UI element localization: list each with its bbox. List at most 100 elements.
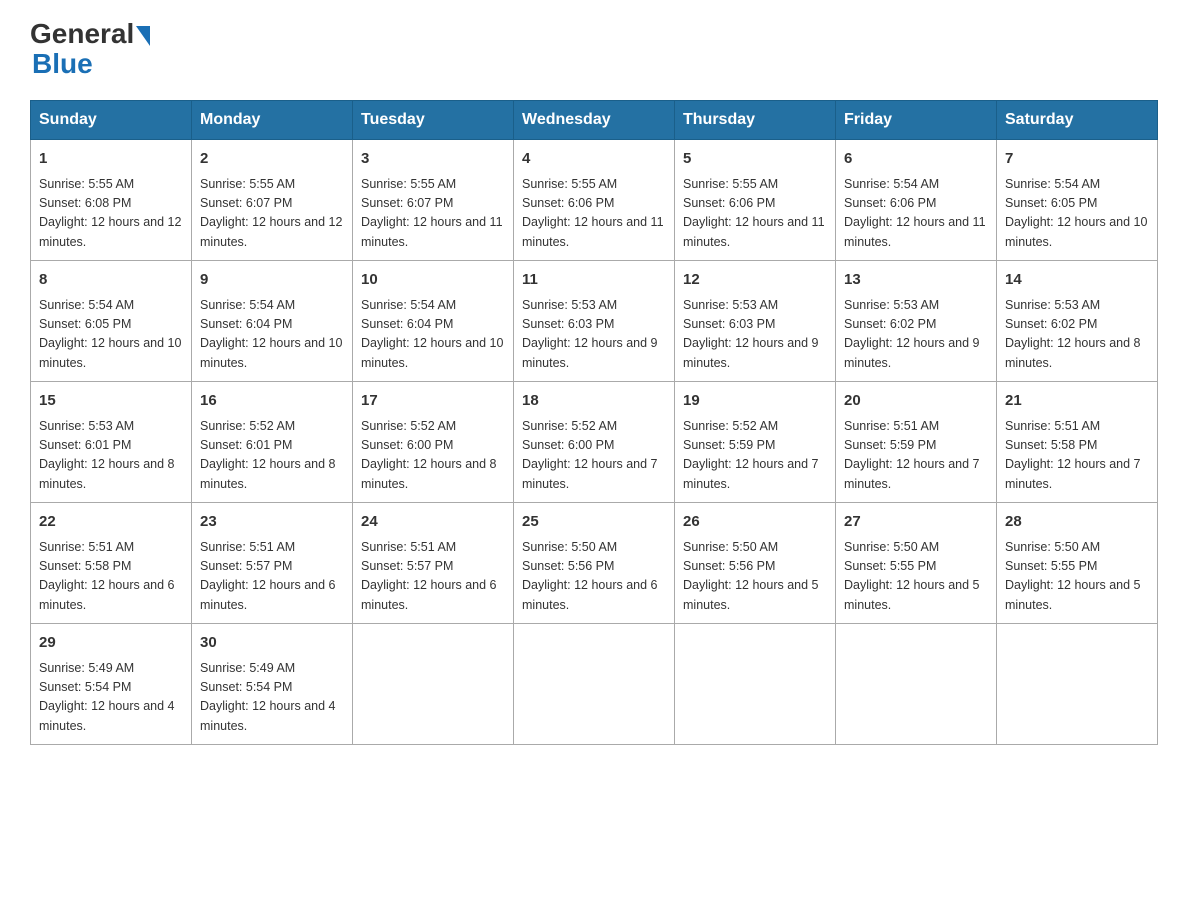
day-number: 21 [1005, 390, 1149, 413]
calendar-header-tuesday: Tuesday [353, 101, 514, 140]
day-number: 18 [522, 390, 666, 413]
day-number: 6 [844, 148, 988, 171]
day-number: 10 [361, 269, 505, 292]
calendar-week-2: 8 Sunrise: 5:54 AMSunset: 6:05 PMDaylight… [31, 261, 1158, 382]
day-info: Sunrise: 5:50 AMSunset: 5:56 PMDaylight:… [522, 538, 666, 616]
calendar-cell [514, 624, 675, 745]
day-number: 19 [683, 390, 827, 413]
calendar-cell: 25 Sunrise: 5:50 AMSunset: 5:56 PMDayligh… [514, 503, 675, 624]
day-info: Sunrise: 5:49 AMSunset: 5:54 PMDaylight:… [200, 659, 344, 737]
calendar-cell: 11 Sunrise: 5:53 AMSunset: 6:03 PMDayligh… [514, 261, 675, 382]
day-number: 8 [39, 269, 183, 292]
day-info: Sunrise: 5:52 AMSunset: 5:59 PMDaylight:… [683, 417, 827, 495]
calendar-cell: 4 Sunrise: 5:55 AMSunset: 6:06 PMDaylight… [514, 140, 675, 261]
day-info: Sunrise: 5:54 AMSunset: 6:05 PMDaylight:… [1005, 175, 1149, 253]
day-number: 20 [844, 390, 988, 413]
calendar-header-thursday: Thursday [675, 101, 836, 140]
calendar-cell: 3 Sunrise: 5:55 AMSunset: 6:07 PMDaylight… [353, 140, 514, 261]
day-info: Sunrise: 5:51 AMSunset: 5:58 PMDaylight:… [39, 538, 183, 616]
day-number: 13 [844, 269, 988, 292]
calendar-cell: 21 Sunrise: 5:51 AMSunset: 5:58 PMDayligh… [997, 382, 1158, 503]
day-info: Sunrise: 5:53 AMSunset: 6:01 PMDaylight:… [39, 417, 183, 495]
day-number: 22 [39, 511, 183, 534]
day-number: 1 [39, 148, 183, 171]
calendar-header-friday: Friday [836, 101, 997, 140]
calendar-cell: 10 Sunrise: 5:54 AMSunset: 6:04 PMDayligh… [353, 261, 514, 382]
day-info: Sunrise: 5:53 AMSunset: 6:02 PMDaylight:… [844, 296, 988, 374]
day-info: Sunrise: 5:50 AMSunset: 5:56 PMDaylight:… [683, 538, 827, 616]
calendar-cell [836, 624, 997, 745]
day-info: Sunrise: 5:52 AMSunset: 6:00 PMDaylight:… [361, 417, 505, 495]
calendar-cell: 1 Sunrise: 5:55 AMSunset: 6:08 PMDaylight… [31, 140, 192, 261]
day-number: 11 [522, 269, 666, 292]
day-number: 26 [683, 511, 827, 534]
day-info: Sunrise: 5:51 AMSunset: 5:59 PMDaylight:… [844, 417, 988, 495]
day-info: Sunrise: 5:50 AMSunset: 5:55 PMDaylight:… [844, 538, 988, 616]
day-info: Sunrise: 5:55 AMSunset: 6:08 PMDaylight:… [39, 175, 183, 253]
logo-text-blue: Blue [32, 48, 150, 80]
calendar-header-sunday: Sunday [31, 101, 192, 140]
logo-triangle-icon [136, 26, 150, 46]
calendar-cell: 15 Sunrise: 5:53 AMSunset: 6:01 PMDayligh… [31, 382, 192, 503]
day-info: Sunrise: 5:54 AMSunset: 6:04 PMDaylight:… [200, 296, 344, 374]
day-number: 9 [200, 269, 344, 292]
day-info: Sunrise: 5:54 AMSunset: 6:06 PMDaylight:… [844, 175, 988, 253]
day-number: 25 [522, 511, 666, 534]
day-number: 17 [361, 390, 505, 413]
day-number: 7 [1005, 148, 1149, 171]
calendar-week-1: 1 Sunrise: 5:55 AMSunset: 6:08 PMDaylight… [31, 140, 1158, 261]
day-info: Sunrise: 5:55 AMSunset: 6:07 PMDaylight:… [200, 175, 344, 253]
day-number: 23 [200, 511, 344, 534]
day-info: Sunrise: 5:53 AMSunset: 6:02 PMDaylight:… [1005, 296, 1149, 374]
day-number: 4 [522, 148, 666, 171]
calendar-header-saturday: Saturday [997, 101, 1158, 140]
day-info: Sunrise: 5:55 AMSunset: 6:06 PMDaylight:… [522, 175, 666, 253]
day-number: 5 [683, 148, 827, 171]
day-info: Sunrise: 5:51 AMSunset: 5:58 PMDaylight:… [1005, 417, 1149, 495]
calendar-cell: 22 Sunrise: 5:51 AMSunset: 5:58 PMDayligh… [31, 503, 192, 624]
day-info: Sunrise: 5:50 AMSunset: 5:55 PMDaylight:… [1005, 538, 1149, 616]
calendar-cell: 5 Sunrise: 5:55 AMSunset: 6:06 PMDaylight… [675, 140, 836, 261]
calendar-cell [997, 624, 1158, 745]
day-number: 27 [844, 511, 988, 534]
calendar-cell: 7 Sunrise: 5:54 AMSunset: 6:05 PMDaylight… [997, 140, 1158, 261]
calendar-cell: 23 Sunrise: 5:51 AMSunset: 5:57 PMDayligh… [192, 503, 353, 624]
day-info: Sunrise: 5:53 AMSunset: 6:03 PMDaylight:… [683, 296, 827, 374]
day-info: Sunrise: 5:55 AMSunset: 6:06 PMDaylight:… [683, 175, 827, 253]
calendar-cell: 27 Sunrise: 5:50 AMSunset: 5:55 PMDayligh… [836, 503, 997, 624]
page-header: General Blue [30, 20, 1158, 80]
logo-text-general: General [30, 20, 134, 48]
day-number: 29 [39, 632, 183, 655]
day-info: Sunrise: 5:54 AMSunset: 6:05 PMDaylight:… [39, 296, 183, 374]
day-info: Sunrise: 5:53 AMSunset: 6:03 PMDaylight:… [522, 296, 666, 374]
calendar-cell: 26 Sunrise: 5:50 AMSunset: 5:56 PMDayligh… [675, 503, 836, 624]
calendar-cell: 9 Sunrise: 5:54 AMSunset: 6:04 PMDaylight… [192, 261, 353, 382]
day-number: 3 [361, 148, 505, 171]
calendar-cell [353, 624, 514, 745]
calendar-cell: 8 Sunrise: 5:54 AMSunset: 6:05 PMDaylight… [31, 261, 192, 382]
day-number: 16 [200, 390, 344, 413]
day-info: Sunrise: 5:51 AMSunset: 5:57 PMDaylight:… [361, 538, 505, 616]
day-info: Sunrise: 5:54 AMSunset: 6:04 PMDaylight:… [361, 296, 505, 374]
calendar-week-5: 29 Sunrise: 5:49 AMSunset: 5:54 PMDayligh… [31, 624, 1158, 745]
logo: General Blue [30, 20, 150, 80]
day-number: 15 [39, 390, 183, 413]
calendar-cell: 30Sunrise: 5:49 AMSunset: 5:54 PMDayligh… [192, 624, 353, 745]
calendar-cell: 2 Sunrise: 5:55 AMSunset: 6:07 PMDaylight… [192, 140, 353, 261]
calendar-table: SundayMondayTuesdayWednesdayThursdayFrid… [30, 100, 1158, 745]
calendar-week-4: 22 Sunrise: 5:51 AMSunset: 5:58 PMDayligh… [31, 503, 1158, 624]
day-number: 2 [200, 148, 344, 171]
calendar-cell: 28Sunrise: 5:50 AMSunset: 5:55 PMDayligh… [997, 503, 1158, 624]
day-info: Sunrise: 5:51 AMSunset: 5:57 PMDaylight:… [200, 538, 344, 616]
calendar-header-wednesday: Wednesday [514, 101, 675, 140]
day-info: Sunrise: 5:55 AMSunset: 6:07 PMDaylight:… [361, 175, 505, 253]
calendar-cell: 16Sunrise: 5:52 AMSunset: 6:01 PMDayligh… [192, 382, 353, 503]
calendar-cell: 13 Sunrise: 5:53 AMSunset: 6:02 PMDayligh… [836, 261, 997, 382]
calendar-week-3: 15 Sunrise: 5:53 AMSunset: 6:01 PMDayligh… [31, 382, 1158, 503]
calendar-cell: 12Sunrise: 5:53 AMSunset: 6:03 PMDayligh… [675, 261, 836, 382]
calendar-header-row: SundayMondayTuesdayWednesdayThursdayFrid… [31, 101, 1158, 140]
day-number: 14 [1005, 269, 1149, 292]
calendar-cell: 18Sunrise: 5:52 AMSunset: 6:00 PMDayligh… [514, 382, 675, 503]
day-number: 24 [361, 511, 505, 534]
calendar-cell: 14 Sunrise: 5:53 AMSunset: 6:02 PMDayligh… [997, 261, 1158, 382]
